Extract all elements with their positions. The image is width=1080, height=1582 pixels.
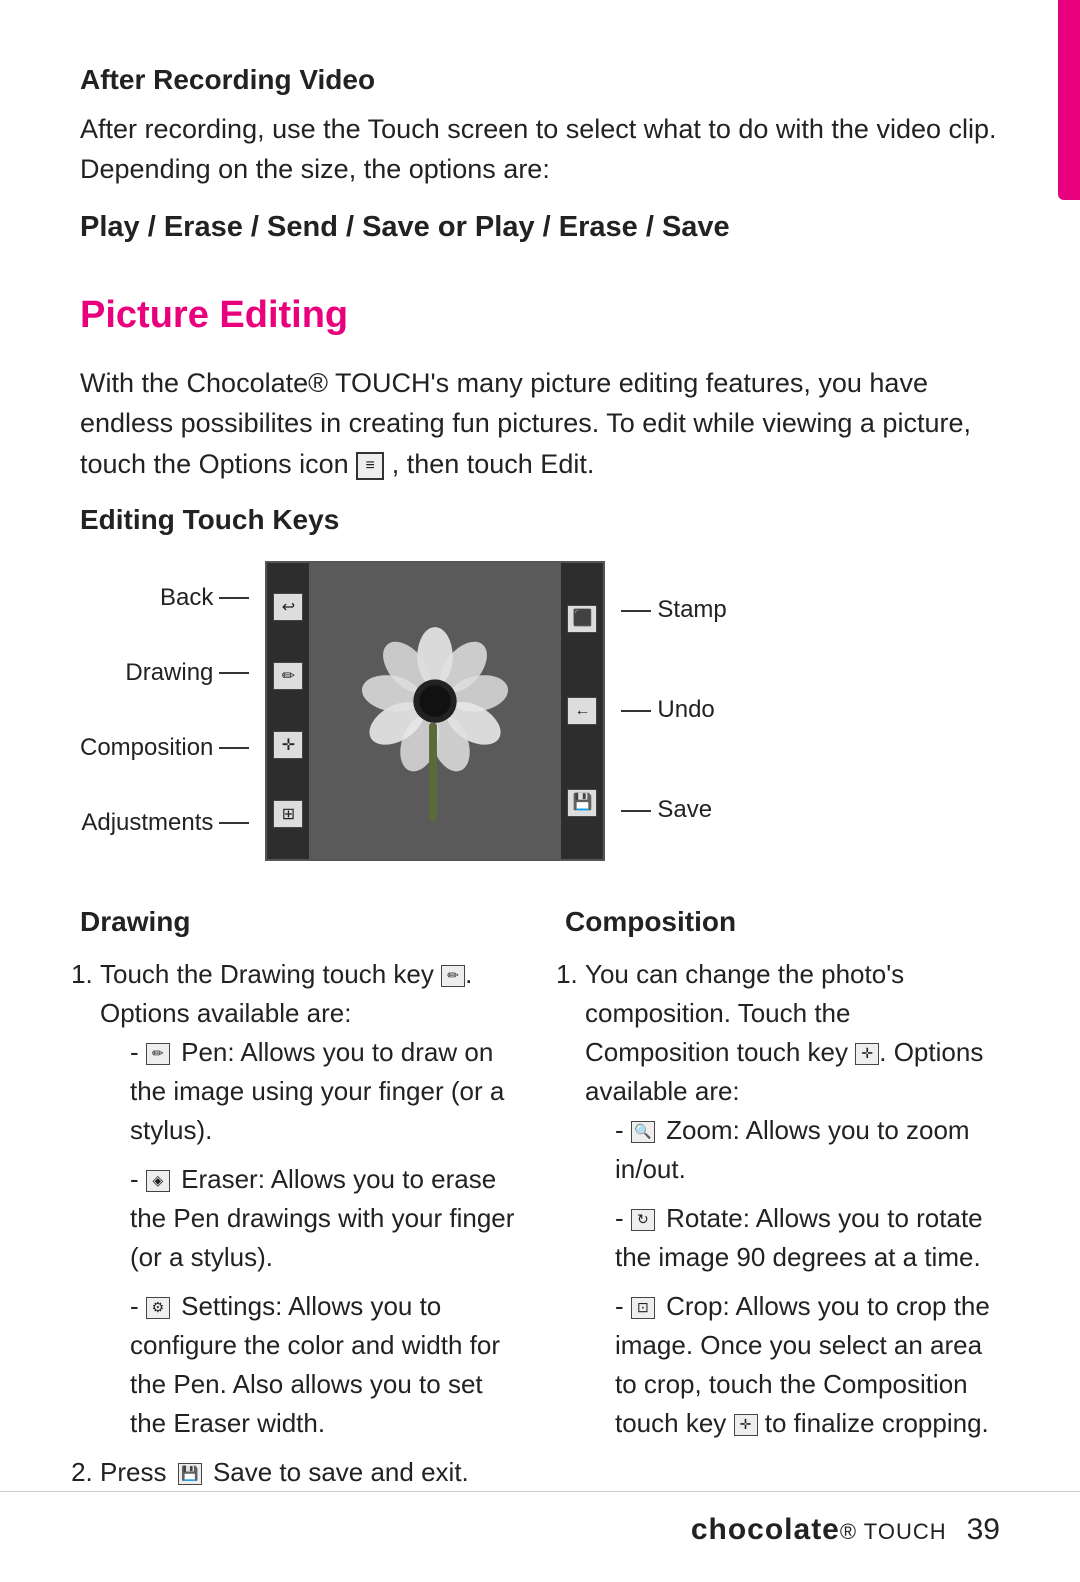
drawing-steps: Touch the Drawing touch key ✏. Options a… — [80, 955, 515, 1492]
label-adjustments: Adjustments — [80, 806, 255, 841]
drawing-line — [219, 672, 249, 674]
save-key-icon: 💾 — [567, 789, 597, 817]
undo-label: Undo — [657, 693, 714, 728]
save-line — [621, 810, 651, 812]
stamp-line — [621, 610, 651, 612]
save-step2-icon: 💾 — [178, 1463, 202, 1485]
composition-subheading: Composition — [565, 901, 1000, 943]
settings-icon: ⚙ — [146, 1297, 170, 1319]
page-footer: chocolate® TOUCH 39 — [0, 1491, 1080, 1552]
undo-key-icon: ← — [567, 697, 597, 725]
adjustments-line — [219, 822, 249, 824]
stamp-label: Stamp — [657, 593, 726, 628]
composition-bullets: 🔍 Zoom: Allows you to zoom in/out. ↻ Rot… — [585, 1111, 1000, 1443]
crop-icon: ⊡ — [631, 1297, 655, 1319]
drawing-key-icon: ✏ — [273, 662, 303, 690]
editing-diagram: Back Drawing Composition Adjustments ↩ ✏… — [80, 561, 1000, 861]
accent-bar — [1058, 0, 1080, 200]
picture-editing-heading: Picture Editing — [80, 288, 1000, 343]
back-line — [219, 597, 249, 599]
label-drawing: Drawing — [80, 656, 255, 691]
drawing-label: Drawing — [125, 656, 213, 691]
drawing-step1: Touch the Drawing touch key ✏. Options a… — [100, 955, 515, 1443]
label-back: Back — [80, 581, 255, 616]
flower-image — [267, 563, 603, 859]
drawing-step2: Press 💾 Save to save and exit. — [100, 1453, 515, 1492]
adjustments-key-icon: ⊞ — [273, 800, 303, 828]
drawing-subheading: Drawing — [80, 901, 515, 943]
composition-bullet-crop: ⊡ Crop: Allows you to crop the image. On… — [615, 1287, 1000, 1443]
after-recording-body: After recording, use the Touch screen to… — [80, 109, 1000, 190]
label-stamp: Stamp — [615, 593, 726, 628]
options-icon: ≡ — [356, 452, 384, 480]
brand-name: chocolate® TOUCH — [691, 1508, 947, 1552]
label-composition: Composition — [80, 731, 255, 766]
back-key-icon: ↩ — [273, 593, 303, 621]
composition-key-icon: ✛ — [273, 731, 303, 759]
undo-line — [621, 710, 651, 712]
composition-touch-key-icon: ✛ — [855, 1043, 879, 1065]
drawing-column: Drawing Touch the Drawing touch key ✏. O… — [80, 901, 515, 1502]
page-number: 39 — [967, 1508, 1000, 1552]
zoom-icon: 🔍 — [631, 1121, 655, 1143]
drawing-bullet-eraser: ◈ Eraser: Allows you to erase the Pen dr… — [130, 1160, 515, 1277]
drawing-bullets: ✏ Pen: Allows you to draw on the image u… — [100, 1033, 515, 1443]
label-undo: Undo — [615, 693, 726, 728]
pen-icon: ✏ — [146, 1043, 170, 1065]
diagram-right-labels: Stamp Undo Save — [615, 561, 726, 861]
back-label: Back — [160, 581, 213, 616]
diagram-left-labels: Back Drawing Composition Adjustments — [80, 561, 255, 861]
photo-frame: ↩ ✏ ✛ ⊞ ⬛ ← 💾 — [265, 561, 605, 861]
eraser-icon: ◈ — [146, 1170, 170, 1192]
editing-touch-keys-heading: Editing Touch Keys — [80, 500, 1000, 541]
save-label-diagram: Save — [657, 793, 712, 828]
adjustments-label: Adjustments — [81, 806, 213, 841]
rotate-icon: ↻ — [631, 1209, 655, 1231]
drawing-touch-key-icon: ✏ — [441, 965, 465, 987]
stamp-key-icon: ⬛ — [567, 605, 597, 633]
composition-line — [219, 747, 249, 749]
label-save: Save — [615, 793, 726, 828]
composition-bullet-zoom: 🔍 Zoom: Allows you to zoom in/out. — [615, 1111, 1000, 1189]
drawing-composition-section: Drawing Touch the Drawing touch key ✏. O… — [80, 901, 1000, 1502]
composition-column: Composition You can change the photo's c… — [565, 901, 1000, 1502]
drawing-bullet-pen: ✏ Pen: Allows you to draw on the image u… — [130, 1033, 515, 1150]
composition-step1: You can change the photo's composition. … — [585, 955, 1000, 1443]
after-recording-heading: After Recording Video — [80, 60, 1000, 101]
composition-steps: You can change the photo's composition. … — [565, 955, 1000, 1443]
composition-touch-key-icon2: ✛ — [734, 1414, 758, 1436]
picture-editing-intro: With the Chocolate® TOUCH's many picture… — [80, 363, 1000, 485]
play-erase-options: Play / Erase / Send / Save or Play / Era… — [80, 206, 1000, 248]
composition-bullet-rotate: ↻ Rotate: Allows you to rotate the image… — [615, 1199, 1000, 1277]
drawing-bullet-settings: ⚙ Settings: Allows you to configure the … — [130, 1287, 515, 1443]
composition-label: Composition — [80, 731, 213, 766]
